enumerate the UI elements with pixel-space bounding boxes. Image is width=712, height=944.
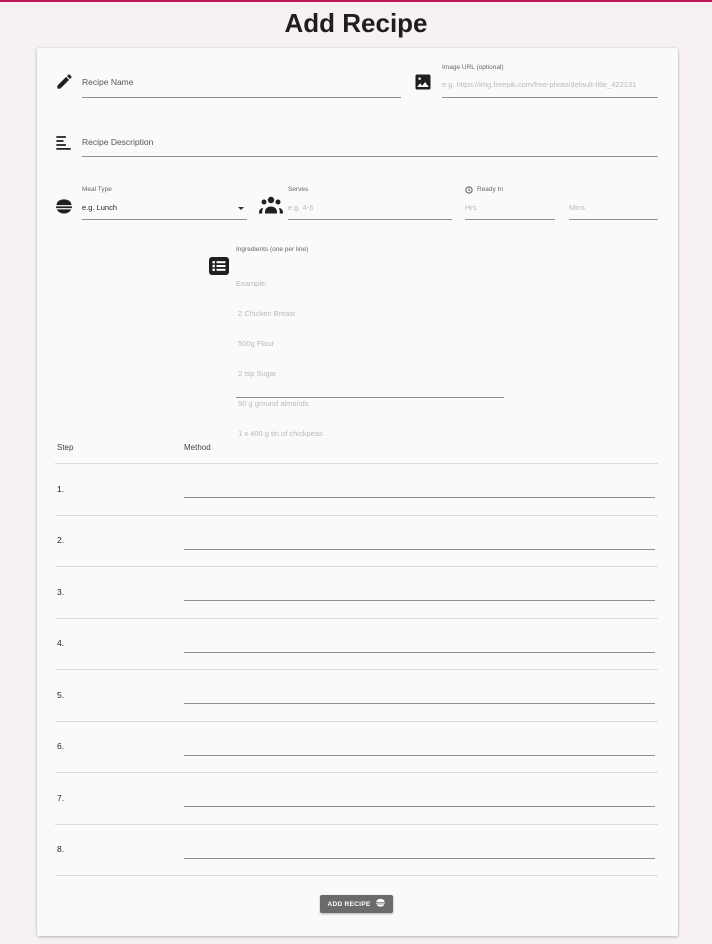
recipe-description-field[interactable]: Recipe Description: [82, 132, 658, 157]
ingredients-placeholder-line: 50 g ground almonds: [236, 399, 309, 408]
ready-in-hrs-field[interactable]: Hrs: [465, 196, 555, 220]
ingredients-placeholder: Example: 2 Chicken Breast 500g Flour 2 t…: [236, 259, 323, 459]
people-icon: [259, 195, 283, 217]
recipe-form-card: Recipe Name Image URL (optional) e.g. ht…: [37, 48, 678, 936]
row-divider: [55, 824, 658, 825]
ingredients-placeholder-line: Example:: [236, 279, 268, 288]
ingredients-placeholder-line: 1 x 400 g tin of chickpeas: [236, 429, 323, 438]
row-divider: [55, 669, 658, 670]
step-number: 8.: [57, 844, 65, 854]
meal-type-label: Meal Type: [82, 186, 112, 193]
recipe-name-label: Recipe Name: [82, 77, 134, 87]
ingredients-textarea[interactable]: Ingredients (one per line) Example: 2 Ch…: [236, 246, 504, 438]
chevron-down-icon: [238, 207, 244, 210]
table-header-divider: [55, 463, 658, 464]
method-input[interactable]: [184, 652, 655, 653]
serves-placeholder: e.g. 4-6: [288, 203, 314, 212]
recipe-name-field[interactable]: Recipe Name: [82, 72, 401, 98]
step-column-header: Step: [57, 443, 74, 452]
add-recipe-button[interactable]: ADD RECIPE: [320, 895, 393, 913]
method-input[interactable]: [184, 806, 655, 807]
method-input[interactable]: [184, 497, 655, 498]
meal-type-select[interactable]: Meal Type e.g. Lunch: [82, 182, 247, 220]
step-number: 7.: [57, 793, 65, 803]
recipe-description-label: Recipe Description: [82, 137, 154, 147]
method-column-header: Method: [184, 443, 211, 452]
method-input[interactable]: [184, 549, 655, 550]
row-divider: [55, 772, 658, 773]
clock-icon: [465, 186, 473, 194]
description-icon: [54, 133, 73, 152]
mins-placeholder: Mins: [569, 203, 585, 212]
row-divider: [55, 618, 658, 619]
add-recipe-button-label: ADD RECIPE: [327, 900, 371, 908]
ingredients-placeholder-line: 2 Chicken Breast: [236, 309, 296, 318]
page-title: Add Recipe: [284, 8, 428, 38]
image-icon: [413, 72, 433, 92]
method-input[interactable]: [184, 755, 655, 756]
hrs-placeholder: Hrs: [465, 203, 477, 212]
bowl-icon: [375, 895, 386, 913]
method-input[interactable]: [184, 858, 655, 859]
serves-field[interactable]: Serves e.g. 4-6: [288, 182, 452, 220]
step-number: 5.: [57, 690, 65, 700]
step-number: 6.: [57, 741, 65, 751]
pencil-icon: [55, 72, 74, 91]
bowl-icon: [54, 196, 74, 216]
image-url-field[interactable]: Image URL (optional) e.g. https://img.fr…: [442, 62, 658, 98]
ready-in-mins-field[interactable]: Mins: [569, 196, 658, 220]
row-divider: [55, 875, 658, 876]
ingredients-placeholder-line: 2 tsp Sugar: [236, 369, 277, 378]
ready-in-label: Ready In: [477, 186, 504, 193]
image-url-placeholder: e.g. https://img.freepik.com/free-photo/…: [442, 80, 637, 89]
row-divider: [55, 721, 658, 722]
step-number: 3.: [57, 587, 65, 597]
step-number: 4.: [57, 638, 65, 648]
ingredients-label: Ingredients (one per line): [236, 246, 309, 253]
list-icon: [209, 257, 229, 275]
row-divider: [55, 515, 658, 516]
ingredients-placeholder-line: 500g Flour: [236, 339, 274, 348]
step-number: 2.: [57, 535, 65, 545]
top-accent-bar: [0, 0, 712, 2]
method-input[interactable]: [184, 703, 655, 704]
step-number: 1.: [57, 484, 65, 494]
image-url-label: Image URL (optional): [442, 64, 504, 71]
row-divider: [55, 566, 658, 567]
method-input[interactable]: [184, 600, 655, 601]
serves-label: Serves: [288, 186, 309, 193]
meal-type-value: e.g. Lunch: [82, 203, 118, 212]
